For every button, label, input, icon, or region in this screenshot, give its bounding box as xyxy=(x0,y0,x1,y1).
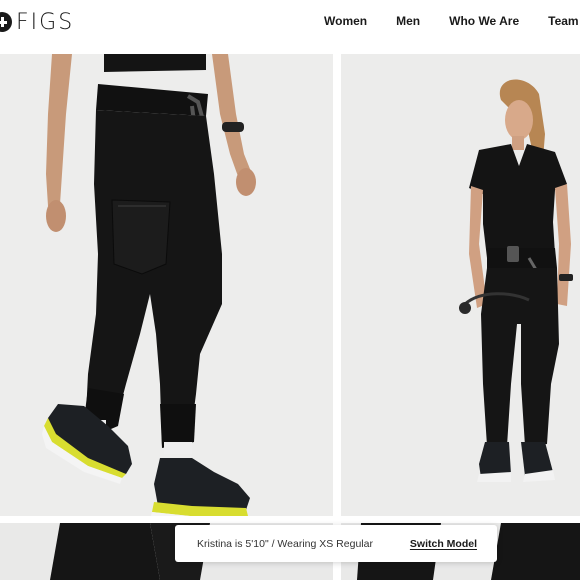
nav-men[interactable]: Men xyxy=(396,14,420,28)
full-body-model-image xyxy=(459,79,573,482)
jogger-pants-closeup-image xyxy=(42,54,256,516)
model-info-text: Kristina is 5'10" / Wearing XS Regular xyxy=(197,537,373,550)
product-image-legs[interactable] xyxy=(0,54,333,516)
site-header: FIGS Women Men Who We Are Team xyxy=(0,0,580,44)
nav-who-we-are[interactable]: Who We Are xyxy=(449,14,519,28)
figs-cross-logo-icon xyxy=(0,12,12,32)
nav-team[interactable]: Team xyxy=(548,14,578,28)
main-nav: Women Men Who We Are Team xyxy=(324,14,580,28)
model-info-toast: Kristina is 5'10" / Wearing XS Regular S… xyxy=(175,525,497,562)
nav-women[interactable]: Women xyxy=(324,14,367,28)
product-image-full-body[interactable] xyxy=(341,54,580,516)
brand-name: FIGS xyxy=(16,9,75,35)
brand-logo[interactable]: FIGS xyxy=(0,9,75,35)
switch-model-button[interactable]: Switch Model xyxy=(410,538,477,550)
